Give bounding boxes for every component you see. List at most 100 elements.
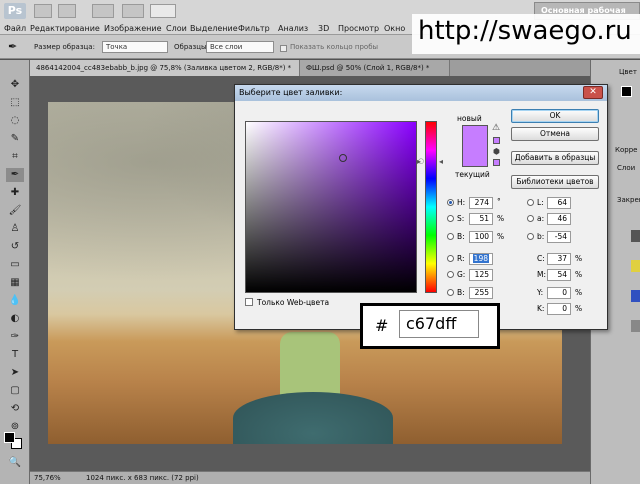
hue-left-arrow-icon[interactable]: ▸ bbox=[417, 157, 421, 166]
show-ring-checkbox[interactable] bbox=[280, 45, 287, 52]
lb-field[interactable]: -54 bbox=[547, 231, 571, 243]
radio-a[interactable] bbox=[527, 215, 534, 222]
menu-file[interactable]: Файл bbox=[4, 24, 26, 33]
layer-thumb[interactable] bbox=[631, 320, 640, 332]
menu-filter[interactable]: Фильтр bbox=[238, 24, 270, 33]
panel-foreground-swatch[interactable] bbox=[621, 86, 632, 97]
foreground-color-swatch[interactable] bbox=[4, 432, 15, 443]
label-b: B: bbox=[457, 232, 465, 241]
eyedropper-icon[interactable]: ✒ bbox=[8, 40, 17, 53]
new-color-label: новый bbox=[457, 114, 482, 123]
radio-b[interactable] bbox=[447, 233, 454, 240]
current-color-label: текущий bbox=[455, 170, 490, 179]
radio-r[interactable] bbox=[447, 255, 454, 262]
web-only-checkbox[interactable] bbox=[245, 298, 253, 306]
gamut-swatch[interactable] bbox=[493, 137, 500, 144]
pen-tool-icon[interactable]: ✑ bbox=[6, 330, 24, 344]
arrange-documents-icon[interactable] bbox=[92, 4, 114, 18]
adjustments-panel-tab[interactable]: Корре bbox=[615, 146, 637, 154]
menu-layers[interactable]: Слои bbox=[166, 24, 187, 33]
a-field[interactable]: 46 bbox=[547, 213, 571, 225]
k-unit: % bbox=[575, 304, 583, 313]
r-field[interactable]: 198 bbox=[469, 253, 493, 265]
brush-tool-icon[interactable]: 🖌 bbox=[6, 204, 24, 218]
menu-image[interactable]: Изображение bbox=[104, 24, 162, 33]
show-ring-label: Показать кольцо пробы bbox=[290, 43, 379, 51]
tab-document-2[interactable]: ФШ.psd @ 50% (Слой 1, RGB/8*) * bbox=[300, 60, 450, 76]
crop-tool-icon[interactable]: ⌗ bbox=[6, 150, 24, 164]
layer-thumb[interactable] bbox=[631, 260, 640, 272]
stamp-tool-icon[interactable]: ♙ bbox=[6, 222, 24, 236]
radio-s[interactable] bbox=[447, 215, 454, 222]
zoom-readout[interactable]: 75,76% bbox=[34, 472, 61, 484]
cancel-button[interactable]: Отмена bbox=[511, 127, 599, 141]
l-field[interactable]: 64 bbox=[547, 197, 571, 209]
hex-field[interactable]: c67dff bbox=[399, 310, 479, 338]
menu-view[interactable]: Просмотр bbox=[338, 24, 379, 33]
3d-rotate-tool-icon[interactable]: ⟲ bbox=[6, 402, 24, 416]
web-safe-swatch[interactable] bbox=[493, 159, 500, 166]
radio-g[interactable] bbox=[447, 271, 454, 278]
menu-analysis[interactable]: Анализ bbox=[278, 24, 308, 33]
healing-tool-icon[interactable]: ✚ bbox=[6, 186, 24, 200]
samples-select[interactable]: Все слои bbox=[206, 41, 274, 53]
zoom-tool-icon[interactable]: 🔍 bbox=[6, 456, 24, 470]
radio-bb[interactable] bbox=[447, 289, 454, 296]
hue-slider[interactable] bbox=[425, 121, 437, 293]
menu-select[interactable]: Выделение bbox=[190, 24, 238, 33]
radio-h[interactable] bbox=[447, 199, 454, 206]
type-tool-icon[interactable]: T bbox=[6, 348, 24, 362]
bridge-icon[interactable] bbox=[34, 4, 52, 18]
screen-mode-icon[interactable] bbox=[122, 4, 144, 18]
blur-tool-icon[interactable]: 💧 bbox=[6, 294, 24, 308]
color-panel-tab[interactable]: Цвет bbox=[619, 68, 637, 76]
s-unit: % bbox=[497, 214, 505, 223]
zoom-level-select[interactable] bbox=[150, 4, 176, 18]
shape-tool-icon[interactable]: ▢ bbox=[6, 384, 24, 398]
minibridge-icon[interactable] bbox=[58, 4, 76, 18]
g-field[interactable]: 125 bbox=[469, 269, 493, 281]
current-color-swatch[interactable] bbox=[462, 146, 488, 167]
path-select-tool-icon[interactable]: ➤ bbox=[6, 366, 24, 380]
quick-select-tool-icon[interactable]: ✎ bbox=[6, 132, 24, 146]
color-field[interactable] bbox=[245, 121, 417, 293]
k-field[interactable]: 0 bbox=[547, 303, 571, 315]
s-field[interactable]: 51 bbox=[469, 213, 493, 225]
menu-window[interactable]: Окно bbox=[384, 24, 405, 33]
eyedropper-tool-icon[interactable]: ✒ bbox=[6, 168, 24, 182]
menu-edit[interactable]: Редактирование bbox=[30, 24, 100, 33]
bb-field[interactable]: 255 bbox=[469, 287, 493, 299]
layer-thumb[interactable] bbox=[631, 290, 640, 302]
close-icon[interactable]: ✕ bbox=[583, 86, 603, 99]
dodge-tool-icon[interactable]: ◐ bbox=[6, 312, 24, 326]
radio-lb[interactable] bbox=[527, 233, 534, 240]
hue-right-arrow-icon[interactable]: ◂ bbox=[439, 157, 443, 166]
color-picker-ring[interactable] bbox=[339, 154, 347, 162]
tab-document-1[interactable]: 4864142004_cc483ebabb_b.jpg @ 75,8% (Зал… bbox=[30, 60, 300, 76]
gradient-tool-icon[interactable]: ▦ bbox=[6, 276, 24, 290]
sample-size-select[interactable]: Точка bbox=[102, 41, 168, 53]
eraser-tool-icon[interactable]: ▭ bbox=[6, 258, 24, 272]
b-field[interactable]: 100 bbox=[469, 231, 493, 243]
ok-button[interactable]: OK bbox=[511, 109, 599, 123]
out-of-gamut-warning-icon[interactable]: ⚠ bbox=[492, 123, 500, 133]
marquee-tool-icon[interactable]: ⬚ bbox=[6, 96, 24, 110]
m-field[interactable]: 54 bbox=[547, 269, 571, 281]
label-s: S: bbox=[457, 214, 465, 223]
add-to-swatches-button[interactable]: Добавить в образцы bbox=[511, 151, 599, 165]
color-libraries-button[interactable]: Библиотеки цветов bbox=[511, 175, 599, 189]
layers-panel-tab[interactable]: Слои bbox=[617, 164, 635, 172]
history-brush-icon[interactable]: ↺ bbox=[6, 240, 24, 254]
h-field[interactable]: 274 bbox=[469, 197, 493, 209]
label-h: H: bbox=[457, 198, 466, 207]
lasso-tool-icon[interactable]: ◌ bbox=[6, 114, 24, 128]
c-field[interactable]: 37 bbox=[547, 253, 571, 265]
radio-l[interactable] bbox=[527, 199, 534, 206]
y-field[interactable]: 0 bbox=[547, 287, 571, 299]
menu-3d[interactable]: 3D bbox=[318, 24, 329, 33]
move-tool-icon[interactable]: ✥ bbox=[6, 78, 24, 92]
layer-thumb[interactable] bbox=[631, 230, 640, 242]
web-safe-cube-icon[interactable]: ⬢ bbox=[493, 147, 500, 156]
h-unit: ° bbox=[497, 197, 501, 206]
color-picker-dialog: Выберите цвет заливки: ✕ ○ ▸ ◂ новый тек… bbox=[234, 84, 608, 330]
